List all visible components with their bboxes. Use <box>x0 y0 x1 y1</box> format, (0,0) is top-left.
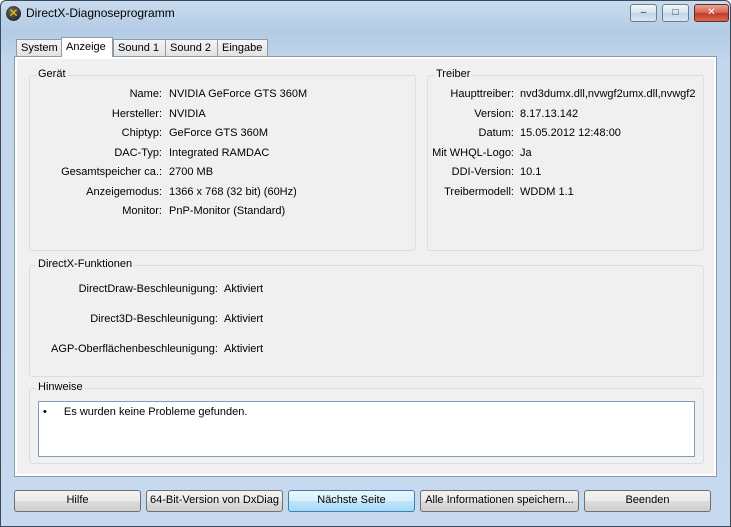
driver-row-model: Treibermodell: WDDM 1.1 <box>428 186 703 200</box>
agp-label: AGP-Oberflächenbeschleunigung: <box>51 343 218 355</box>
close-button[interactable]: ✕ <box>694 4 729 22</box>
tab-anzeige[interactable]: Anzeige <box>61 37 113 57</box>
driver-group-title: Treiber <box>434 68 473 80</box>
direct3d-row: Direct3D-Beschleunigung: Aktiviert <box>30 313 703 327</box>
device-row-chiptype: Chiptyp: GeForce GTS 360M <box>30 127 415 141</box>
device-chiptype-label: Chiptyp: <box>121 127 162 139</box>
tab-panel-anzeige: Gerät Name: NVIDIA GeForce GTS 360M Hers… <box>14 56 717 477</box>
maximize-button[interactable]: □ <box>662 4 689 22</box>
driver-group: Treiber Haupttreiber: nvd3dumx.dll,nvwgf… <box>427 68 704 251</box>
device-dactype-label: DAC-Typ: <box>114 147 162 159</box>
directx-features-title: DirectX-Funktionen <box>36 258 135 270</box>
driver-date-value: 15.05.2012 12:48:00 <box>520 127 621 139</box>
notes-text: Es wurden keine Probleme gefunden. <box>63 406 248 418</box>
tab-system[interactable]: System <box>16 39 64 56</box>
64bit-dxdiag-button[interactable]: 64-Bit-Version von DxDiag <box>146 490 283 512</box>
next-page-button[interactable]: Nächste Seite <box>288 490 415 512</box>
directx-features-group: DirectX-Funktionen DirectDraw-Beschleuni… <box>29 258 704 377</box>
device-row-displaymode: Anzeigemodus: 1366 x 768 (32 bit) (60Hz) <box>30 186 415 200</box>
directx-app-icon: ✕ <box>6 6 21 21</box>
device-group-title: Gerät <box>36 68 68 80</box>
bullet-icon: • <box>43 406 47 418</box>
window-title: DirectX-Diagnoseprogramm <box>26 6 175 20</box>
device-manufacturer-label: Hersteller: <box>111 108 162 120</box>
driver-ddi-label: DDI-Version: <box>451 166 514 178</box>
device-memory-label: Gesamtspeicher ca.: <box>61 166 162 178</box>
direct3d-label: Direct3D-Beschleunigung: <box>90 313 218 325</box>
save-all-info-button[interactable]: Alle Informationen speichern... <box>420 490 579 512</box>
driver-whql-value: Ja <box>520 147 532 159</box>
driver-row-whql: Mit WHQL-Logo: Ja <box>428 147 703 161</box>
agp-value: Aktiviert <box>224 343 264 355</box>
notes-list-item: • Es wurden keine Probleme gefunden. <box>43 406 247 418</box>
device-chiptype-value: GeForce GTS 360M <box>169 127 269 139</box>
driver-date-label: Datum: <box>478 127 514 139</box>
device-group: Gerät Name: NVIDIA GeForce GTS 360M Hers… <box>29 68 416 251</box>
driver-version-value: 8.17.13.142 <box>520 108 579 120</box>
device-memory-value: 2700 MB <box>169 166 214 178</box>
agp-row: AGP-Oberflächenbeschleunigung: Aktiviert <box>30 343 703 357</box>
device-row-dactype: DAC-Typ: Integrated RAMDAC <box>30 147 415 161</box>
device-row-name: Name: NVIDIA GeForce GTS 360M <box>30 88 415 102</box>
direct3d-value: Aktiviert <box>224 313 264 325</box>
device-row-monitor: Monitor: PnP-Monitor (Standard) <box>30 205 415 219</box>
device-dactype-value: Integrated RAMDAC <box>169 147 270 159</box>
tab-eingabe[interactable]: Eingabe <box>217 39 268 56</box>
driver-model-label: Treibermodell: <box>444 186 514 198</box>
directdraw-value: Aktiviert <box>224 283 264 295</box>
device-row-memory: Gesamtspeicher ca.: 2700 MB <box>30 166 415 180</box>
device-displaymode-value: 1366 x 768 (32 bit) (60Hz) <box>169 186 297 198</box>
driver-row-ddi: DDI-Version: 10.1 <box>428 166 703 180</box>
device-displaymode-label: Anzeigemodus: <box>86 186 162 198</box>
driver-main-label: Haupttreiber: <box>450 88 514 100</box>
exit-button[interactable]: Beenden <box>584 490 711 512</box>
device-monitor-label: Monitor: <box>122 205 162 217</box>
tab-sound-2[interactable]: Sound 2 <box>165 39 218 56</box>
device-manufacturer-value: NVIDIA <box>169 108 206 120</box>
driver-model-value: WDDM 1.1 <box>520 186 574 198</box>
driver-main-value: nvd3dumx.dll,nvwgf2umx.dll,nvwgf2 <box>520 88 696 100</box>
title-bar[interactable]: ✕ DirectX-Diagnoseprogramm – □ ✕ <box>1 1 730 27</box>
device-monitor-value: PnP-Monitor (Standard) <box>169 205 286 217</box>
notes-title: Hinweise <box>36 381 85 393</box>
device-name-label: Name: <box>129 88 162 100</box>
dxdiag-window: ✕ DirectX-Diagnoseprogramm – □ ✕ System … <box>0 0 731 527</box>
help-button[interactable]: Hilfe <box>14 490 141 512</box>
directdraw-label: DirectDraw-Beschleunigung: <box>78 283 218 295</box>
directdraw-row: DirectDraw-Beschleunigung: Aktiviert <box>30 283 703 297</box>
driver-whql-label: Mit WHQL-Logo: <box>432 147 514 159</box>
device-row-manufacturer: Hersteller: NVIDIA <box>30 108 415 122</box>
driver-version-label: Version: <box>474 108 514 120</box>
device-name-value: NVIDIA GeForce GTS 360M <box>169 88 308 100</box>
driver-ddi-value: 10.1 <box>520 166 542 178</box>
driver-row-main: Haupttreiber: nvd3dumx.dll,nvwgf2umx.dll… <box>428 88 703 102</box>
tab-sound-1[interactable]: Sound 1 <box>113 39 166 56</box>
notes-textbox[interactable]: • Es wurden keine Probleme gefunden. <box>38 401 695 457</box>
notes-group: Hinweise • Es wurden keine Probleme gefu… <box>29 381 704 464</box>
driver-row-date: Datum: 15.05.2012 12:48:00 <box>428 127 703 141</box>
driver-row-version: Version: 8.17.13.142 <box>428 108 703 122</box>
minimize-button[interactable]: – <box>630 4 657 22</box>
